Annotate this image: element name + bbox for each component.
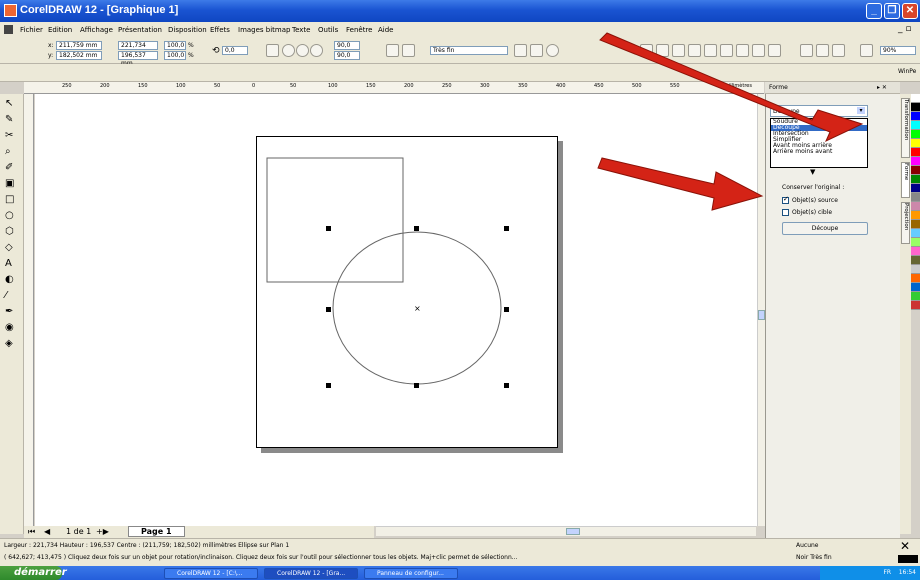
- status-object-info: Largeur : 221,734 Hauteur : 196,537 Cent…: [4, 542, 290, 549]
- red-arrow-icon: [599, 32, 864, 143]
- no-fill-icon: ✕: [900, 539, 911, 553]
- system-tray: FR 16:54: [820, 566, 920, 580]
- clock: 16:54: [898, 569, 916, 576]
- outline-status: Noir Très fin: [796, 554, 832, 561]
- language-indicator[interactable]: FR: [883, 569, 891, 576]
- status-hint: ( 642,627; 413,475 ) Cliquez deux fois s…: [4, 554, 518, 561]
- status-bar: Largeur : 221,734 Hauteur : 196,537 Cent…: [0, 538, 920, 566]
- task-coreldraw-1[interactable]: CorelDRAW 12 - [C:\...: [164, 568, 258, 579]
- task-coreldraw-2[interactable]: CorelDRAW 12 - [Gra...: [264, 568, 358, 579]
- red-arrow-icon: [597, 157, 764, 211]
- outline-color-swatch: [898, 555, 918, 563]
- fill-status: Aucune: [796, 542, 819, 549]
- annotation-arrows: [597, 32, 864, 211]
- task-control-panel[interactable]: Panneau de configur...: [364, 568, 458, 579]
- taskbar: [0, 566, 920, 580]
- start-button[interactable]: démarrer: [0, 566, 67, 580]
